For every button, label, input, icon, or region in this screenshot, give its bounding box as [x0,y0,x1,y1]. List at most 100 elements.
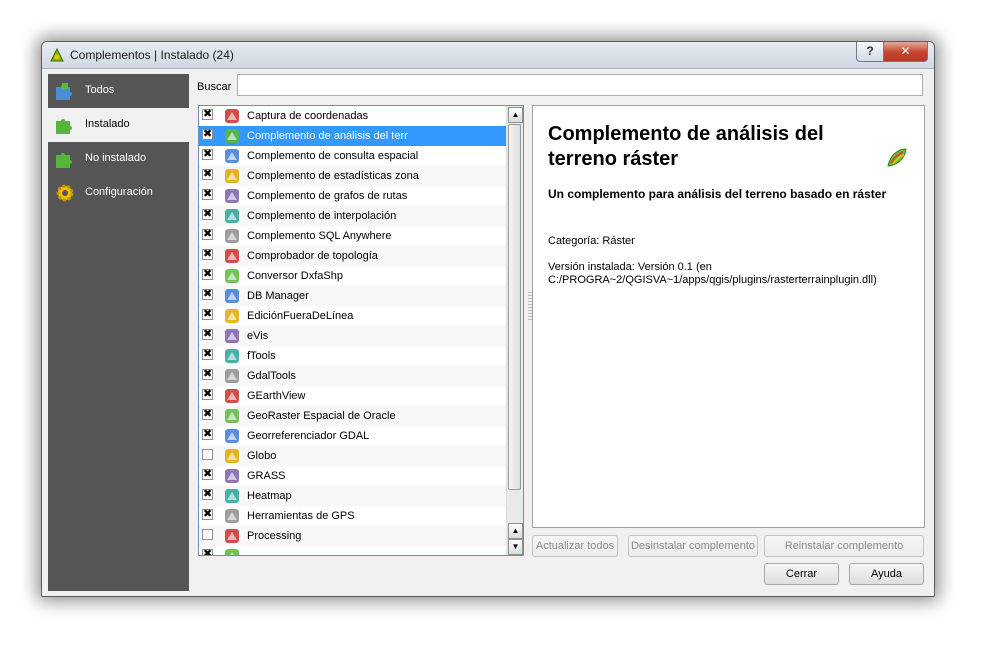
plugin-row[interactable]: ✖ eVis [199,326,508,346]
sidebar-item-instalado[interactable]: Instalado [48,108,189,142]
plugin-name: eVis [247,330,269,342]
plugin-enable-checkbox[interactable]: ✖ [202,289,213,300]
plugin-details-panel: Complemento de análisis del terreno rást… [532,105,925,528]
plugin-enable-checkbox[interactable]: ✖ [202,429,213,440]
plugin-enable-checkbox[interactable]: ✖ [202,369,213,380]
topology-icon [225,249,239,263]
plugin-row[interactable]: ✖ Complemento de interpolación [199,206,508,226]
offline-edit-icon [225,309,239,323]
spatial-query-icon [225,149,239,163]
interpolation-icon [225,209,239,223]
plugin-row[interactable]: ✖ Heatmap [199,486,508,506]
road-graph-icon [225,189,239,203]
plugin-enable-checkbox[interactable]: ✖ [202,329,213,340]
sql-anywhere-icon [225,229,239,243]
plugin-enable-checkbox[interactable]: ✖ [202,469,213,480]
help-title-button[interactable]: ? [856,42,884,62]
plugin-row[interactable]: ✖ GdalTools [199,366,508,386]
category-sidebar: Todos Instalado No instalado Configuraci… [48,74,189,591]
plugin-version: Versión instalada: Versión 0.1 (en C:/PR… [548,261,877,286]
plugin-name: Globo [247,450,277,462]
gearth-icon [225,389,239,403]
plugin-enable-checkbox[interactable]: ✖ [202,229,213,240]
plugin-enable-checkbox[interactable]: ✖ [202,129,213,140]
puzzle-not-installed-icon [56,153,72,168]
plugin-row[interactable]: Globo [199,446,508,466]
close-button[interactable]: Cerrar [764,563,839,585]
plugin-name: GeoRaster Espacial de Oracle [247,410,396,422]
plugin-name: GEarthView [247,390,306,402]
partial-row-icon [225,549,239,555]
plugin-row[interactable]: ✖ GEarthView [199,386,508,406]
plugin-row[interactable]: ✖ GeoRaster Espacial de Oracle [199,406,508,426]
reinstall-plugin-button[interactable]: Reinstalar complemento [764,535,924,557]
sidebar-item-label: Instalado [85,118,130,130]
help-button[interactable]: Ayuda [849,563,924,585]
sidebar-item-configuracion[interactable]: Configuración [48,176,189,210]
plugin-list-scrollbar[interactable]: ▲ ▲ ▼ [506,106,523,555]
processing-gear-icon [225,529,239,543]
plugin-row[interactable]: ✖ Complemento de grafos de rutas [199,186,508,206]
plugin-enable-checkbox[interactable]: ✖ [202,509,213,520]
plugin-row[interactable]: ✖ Conversor DxfaShp [199,266,508,286]
plugin-row[interactable]: ✖ Captura de coordenadas [199,106,508,126]
sidebar-item-no-instalado[interactable]: No instalado [48,142,189,176]
plugin-row[interactable]: ✖ fTools [199,346,508,366]
plugin-row[interactable]: ✖ [199,546,508,555]
plugin-enable-checkbox[interactable]: ✖ [202,209,213,220]
close-window-button[interactable]: ✕ [883,42,928,62]
dxf-icon [225,269,239,283]
sidebar-item-todos[interactable]: Todos [48,74,189,108]
window-title: Complementos | Instalado (24) [70,48,234,62]
plugin-enable-checkbox[interactable]: ✖ [202,149,213,160]
uninstall-plugin-button[interactable]: Desinstalar complemento [628,535,758,557]
plugin-description: Un complemento para análisis del terreno… [548,187,887,201]
plugin-enable-checkbox[interactable]: ✖ [202,349,213,360]
scroll-down-arrow-icon[interactable]: ▼ [508,539,523,555]
plugin-row[interactable]: ✖ Complemento de análisis del terr [199,126,508,146]
plugin-name: Georreferenciador GDAL [247,430,370,442]
plugin-enable-checkbox[interactable]: ✖ [202,169,213,180]
plugin-row[interactable]: ✖ Complemento de consulta espacial [199,146,508,166]
plugin-enable-checkbox[interactable]: ✖ [202,389,213,400]
ftools-icon [225,349,239,363]
plugin-enable-checkbox[interactable]: ✖ [202,269,213,280]
plugin-enable-checkbox[interactable]: ✖ [202,549,213,555]
plugin-enable-checkbox[interactable]: ✖ [202,489,213,500]
plugin-enable-checkbox[interactable] [202,529,213,540]
plugin-name: Processing [247,530,302,542]
plugin-name: Complemento SQL Anywhere [247,230,392,242]
plugin-enable-checkbox[interactable]: ✖ [202,109,213,120]
plugin-row[interactable]: ✖ Comprobador de topología [199,246,508,266]
scroll-up-arrow-icon[interactable]: ▲ [508,523,523,539]
plugin-row[interactable]: ✖ Georreferenciador GDAL [199,426,508,446]
plugin-row[interactable]: ✖ GRASS [199,466,508,486]
search-input[interactable] [237,74,923,96]
qgis-app-icon [50,47,64,62]
plugin-enable-checkbox[interactable]: ✖ [202,249,213,260]
plugin-name: Complemento de análisis del terr [247,130,408,142]
scroll-thumb[interactable] [508,124,521,490]
plugin-category: Categoría: Ráster [548,235,635,247]
plugin-enable-checkbox[interactable] [202,449,213,460]
plugin-row[interactable]: ✖ Complemento SQL Anywhere [199,226,508,246]
title-bar: Complementos | Instalado (24) ? ✕ [42,42,934,69]
plugin-enable-checkbox[interactable]: ✖ [202,309,213,320]
plugin-enable-checkbox[interactable]: ✖ [202,189,213,200]
puzzle-all-icon [56,83,72,100]
plugin-manager-window: Complementos | Instalado (24) ? ✕ Todos … [41,41,935,597]
plugin-enable-checkbox[interactable]: ✖ [202,409,213,420]
plugin-row[interactable]: ✖ Complemento de estadísticas zona [199,166,508,186]
update-all-button[interactable]: Actualizar todos [532,535,618,557]
plugin-row[interactable]: Processing [199,526,508,546]
puzzle-installed-icon [56,119,72,134]
sidebar-item-label: Configuración [85,186,153,198]
plugin-row[interactable]: ✖ EdiciónFueraDeLínea [199,306,508,326]
scroll-up-arrow-icon[interactable]: ▲ [508,107,523,123]
evis-icon [225,329,239,343]
plugin-row[interactable]: ✖ DB Manager [199,286,508,306]
plugin-row[interactable]: ✖ Herramientas de GPS [199,506,508,526]
plugin-title: Complemento de análisis del terreno rást… [548,123,824,170]
sidebar-item-label: No instalado [85,152,147,164]
zonal-stats-icon [225,169,239,183]
